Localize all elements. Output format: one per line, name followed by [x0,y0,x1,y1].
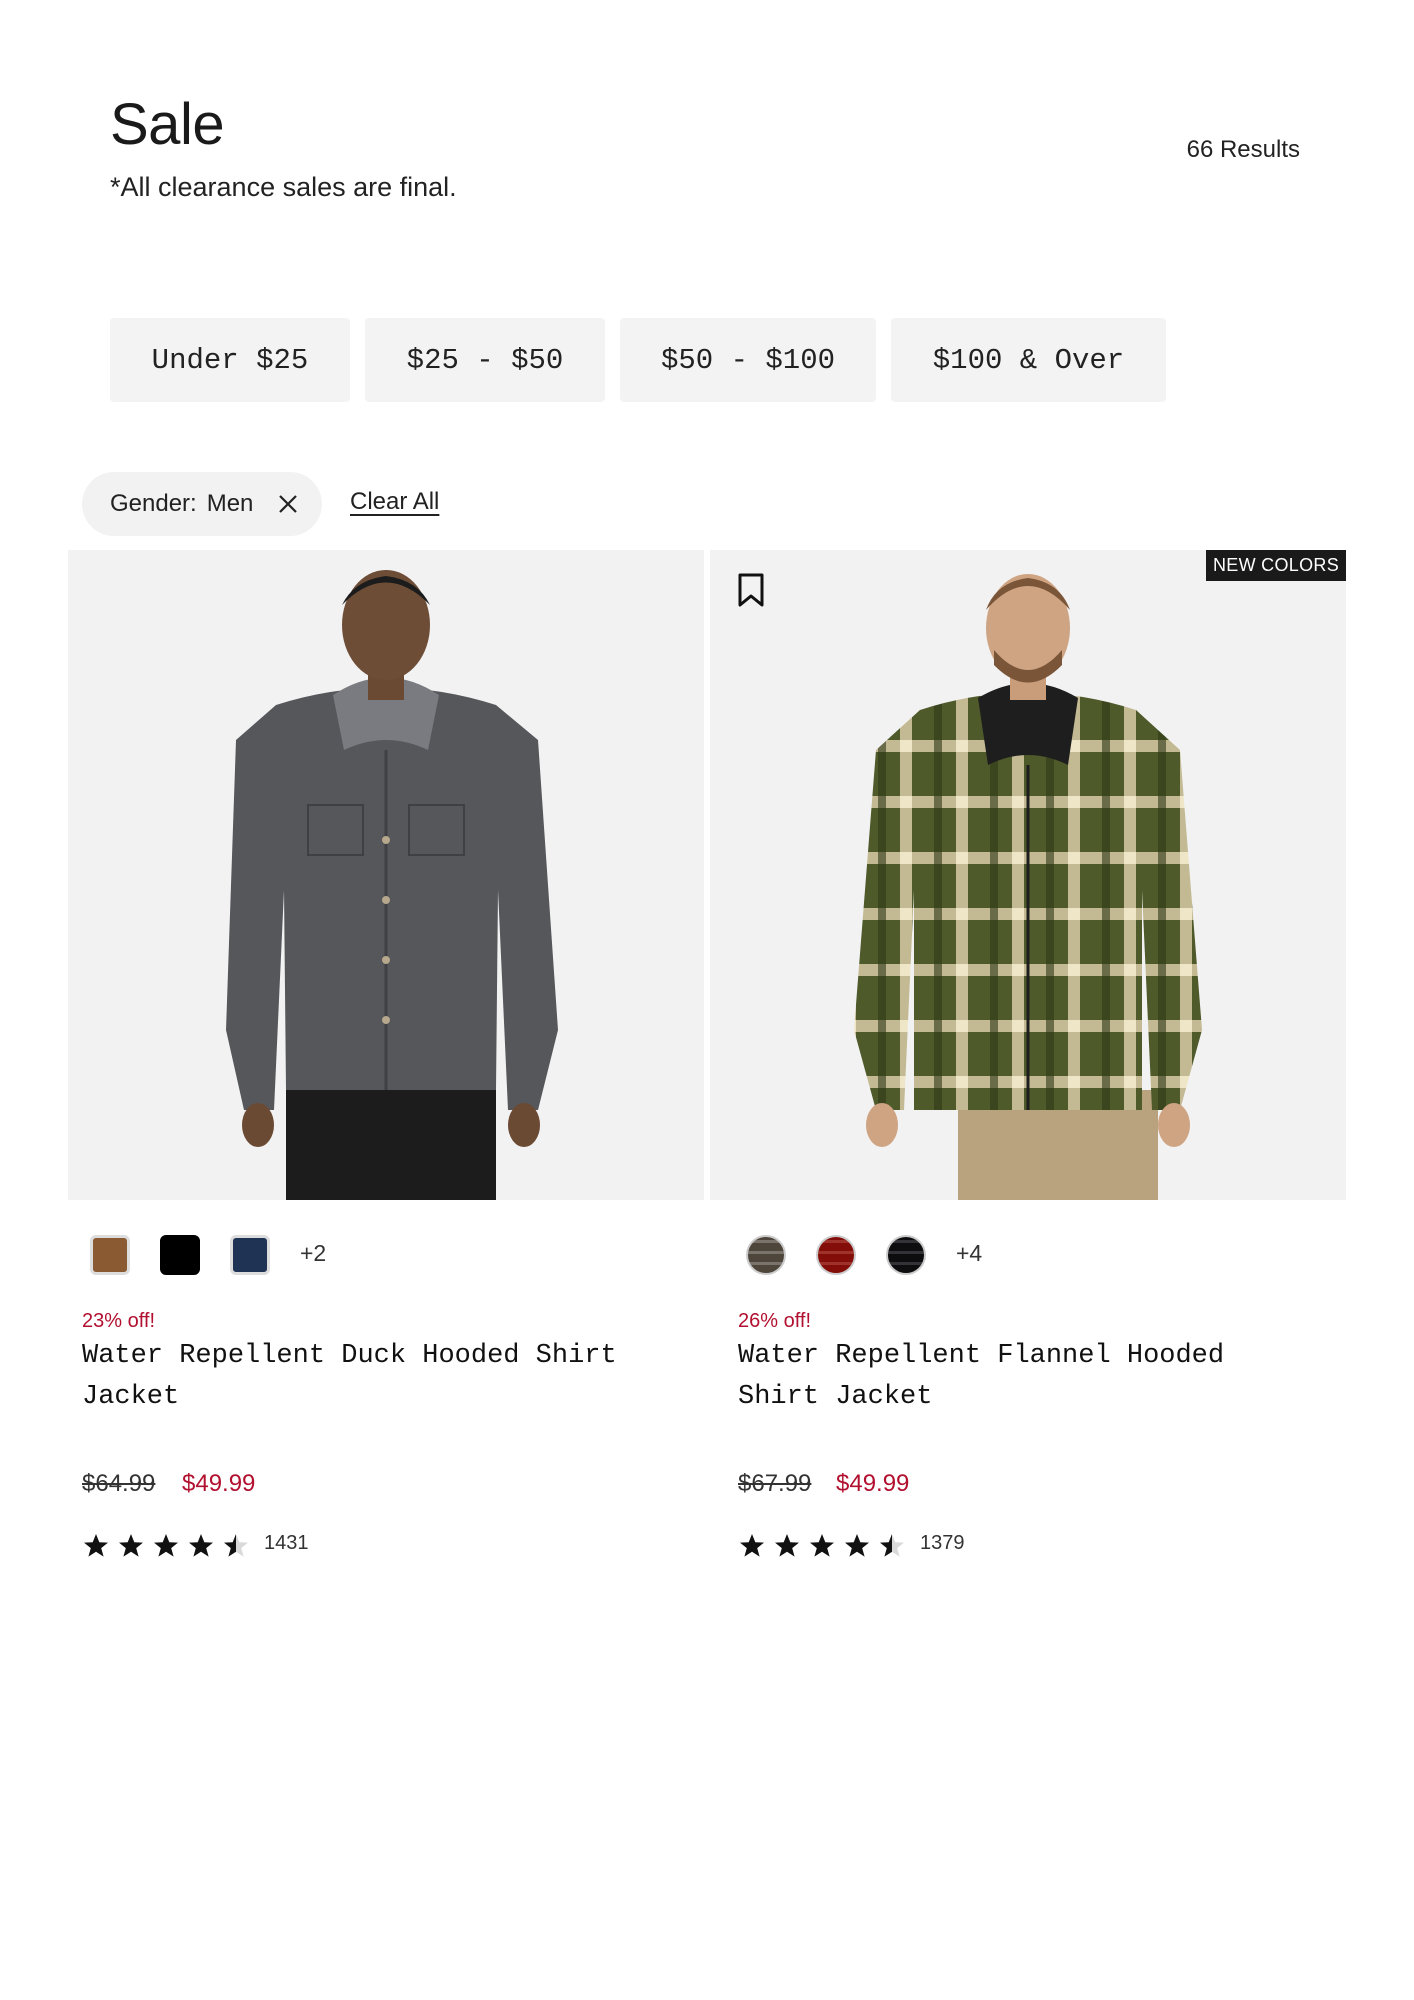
price-filter-100-over[interactable]: $100 & Over [891,318,1166,402]
color-swatch-brown[interactable] [90,1235,130,1275]
page-subtitle: *All clearance sales are final. [110,172,457,202]
star-icon [189,1534,213,1557]
bookmark-icon[interactable] [736,572,766,608]
star-icon [810,1534,834,1557]
page-title: Sale [110,92,225,157]
discount-label: 23% off! [82,1310,156,1332]
color-swatch-red-plaid[interactable] [816,1235,856,1275]
color-swatch-black[interactable] [160,1235,200,1275]
review-count[interactable]: 1379 [920,1532,965,1555]
product-name[interactable]: Water Repellent Flannel Hooded Shirt Jac… [738,1336,1298,1418]
filter-chip-value: Men [206,490,254,517]
close-icon[interactable] [276,492,300,516]
star-icon [845,1534,869,1557]
sale-price: $49.99 [836,1470,910,1497]
clear-all-link[interactable]: Clear All [350,488,439,516]
discount-label: 26% off! [738,1310,812,1332]
active-filter-chip-gender[interactable]: Gender: Men [82,472,322,536]
results-count: 66 Results [1186,136,1300,163]
star-icon [775,1534,799,1557]
star-rating [738,1532,906,1560]
product-name[interactable]: Water Repellent Duck Hooded Shirt Jacket [82,1336,642,1418]
price-filter-under-25[interactable]: Under $25 [110,318,350,402]
product-image[interactable]: NEW COLORS [710,550,1346,1200]
star-icon [880,1534,904,1557]
star-rating [82,1532,250,1560]
sale-price: $49.99 [182,1470,256,1497]
star-icon [119,1534,143,1557]
more-colors-count[interactable]: +4 [956,1240,982,1267]
star-icon [224,1534,248,1557]
original-price: $67.99 [738,1470,812,1497]
product-photo-flannel-jacket [710,550,1346,1200]
star-icon [154,1534,178,1557]
new-colors-badge: NEW COLORS [1205,550,1346,581]
product-photo-duck-jacket [68,550,704,1200]
original-price: $64.99 [82,1470,156,1497]
color-swatch-black-plaid[interactable] [886,1235,926,1275]
price-filter-25-50[interactable]: $25 - $50 [365,318,605,402]
more-colors-count[interactable]: +2 [300,1240,326,1267]
product-image[interactable] [68,550,704,1200]
color-swatch-navy[interactable] [230,1235,270,1275]
color-swatch-taupe-plaid[interactable] [746,1235,786,1275]
filter-chip-label: Gender: [110,490,197,517]
review-count[interactable]: 1431 [264,1532,309,1555]
star-icon [84,1534,108,1557]
price-filter-50-100[interactable]: $50 - $100 [620,318,876,402]
star-icon [740,1534,764,1557]
